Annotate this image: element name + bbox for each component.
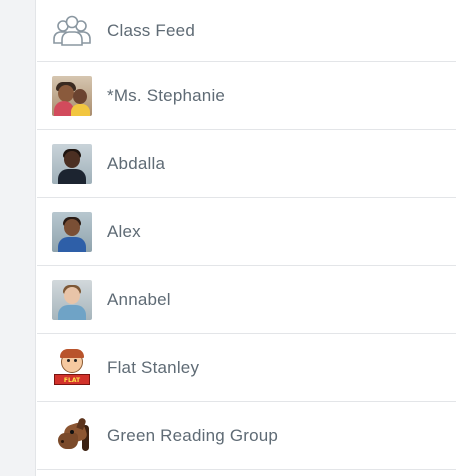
list-item-label: Abdalla (107, 153, 166, 173)
list-item-label: Class Feed (107, 20, 195, 40)
list-item-label: Flat Stanley (107, 357, 200, 377)
flat-stanley-sign: FLAT STANLEY (54, 373, 90, 385)
feed-list: Class Feed *Ms. Stephanie Abdalla Alex A… (37, 0, 456, 470)
flat-stanley-avatar: FLAT STANLEY (52, 348, 92, 388)
teacher-avatar (52, 75, 92, 116)
list-item-label: Alex (107, 221, 141, 241)
student-avatar (52, 211, 92, 252)
list-item-green-reading-group[interactable]: Green Reading Group (37, 402, 456, 470)
left-gutter (0, 0, 36, 476)
list-item-label: Annabel (107, 289, 171, 309)
class-group-icon (52, 11, 92, 51)
list-item-ms-stephanie[interactable]: *Ms. Stephanie (37, 62, 456, 130)
student-avatar (52, 143, 92, 184)
list-item-class-feed[interactable]: Class Feed (37, 0, 456, 62)
student-avatar (52, 279, 92, 320)
list-item-abdalla[interactable]: Abdalla (37, 130, 456, 198)
horse-icon (52, 416, 92, 456)
list-item-flat-stanley[interactable]: FLAT STANLEY Flat Stanley (37, 334, 456, 402)
list-item-alex[interactable]: Alex (37, 198, 456, 266)
list-item-label: *Ms. Stephanie (107, 85, 226, 105)
list-item-annabel[interactable]: Annabel (37, 266, 456, 334)
list-item-label: Green Reading Group (107, 425, 279, 445)
